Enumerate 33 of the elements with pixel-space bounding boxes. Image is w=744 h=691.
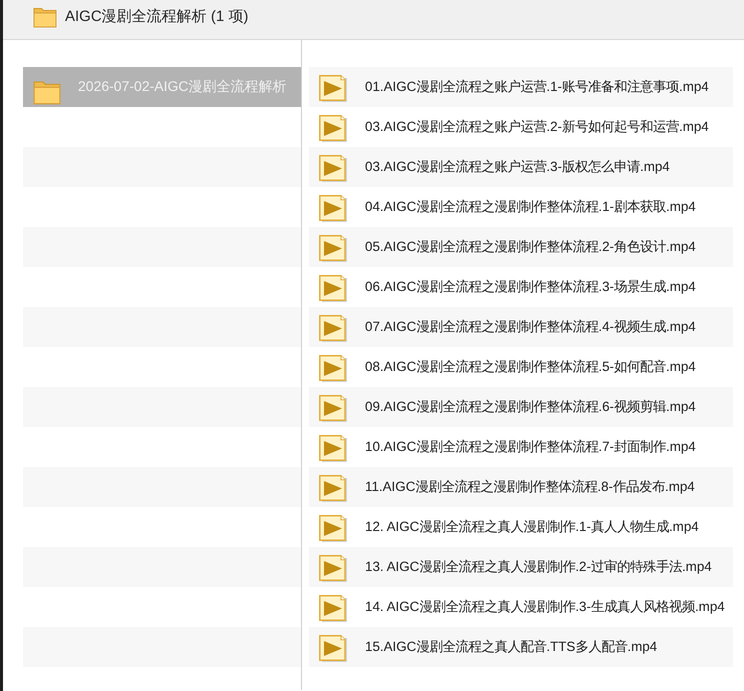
video-file-icon [319,115,348,142]
video-file-icon [319,395,348,422]
video-file-icon [319,435,348,462]
video-file-icon [319,195,348,222]
video-file-item[interactable]: 15.AIGC漫剧全流程之真人配音.TTS多人配音.mp4 [309,627,733,667]
video-file-item[interactable]: 13. AIGC漫剧全流程之真人漫剧制作.2-过审的特殊手法.mp4 [309,547,733,587]
video-file-item[interactable]: 09.AIGC漫剧全流程之漫剧制作整体流程.6-视频剪辑.mp4 [309,387,733,427]
video-file-icon [319,275,348,302]
video-file-icon [319,75,348,102]
video-file-item[interactable]: 03.AIGC漫剧全流程之账户运营.3-版权怎么申请.mp4 [309,147,733,187]
folder-icon [33,6,57,28]
video-file-item[interactable]: 11.AIGC漫剧全流程之漫剧制作整体流程.8-作品发布.mp4 [309,467,733,507]
folder-title: AIGC漫剧全流程解析 (1 项) [65,7,248,26]
video-file-item[interactable]: 12. AIGC漫剧全流程之真人漫剧制作.1-真人人物生成.mp4 [309,507,733,547]
video-file-item[interactable]: 01.AIGC漫剧全流程之账户运营.1-账号准备和注意事项.mp4 [309,67,733,107]
video-file-item[interactable]: 08.AIGC漫剧全流程之漫剧制作整体流程.5-如何配音.mp4 [309,347,733,387]
video-file-icon [319,515,348,542]
video-file-icon [319,555,348,582]
video-file-icon [319,355,348,382]
video-file-item[interactable]: 04.AIGC漫剧全流程之漫剧制作整体流程.1-剧本获取.mp4 [309,187,733,227]
video-file-item[interactable]: 07.AIGC漫剧全流程之漫剧制作整体流程.4-视频生成.mp4 [309,307,733,347]
video-file-item[interactable]: 10.AIGC漫剧全流程之漫剧制作整体流程.7-封面制作.mp4 [309,427,733,467]
video-file-icon [319,315,348,342]
video-file-icon [319,235,348,262]
video-file-icon [319,635,348,662]
video-file-item[interactable]: 06.AIGC漫剧全流程之漫剧制作整体流程.3-场景生成.mp4 [309,267,733,307]
video-file-item[interactable]: 05.AIGC漫剧全流程之漫剧制作整体流程.2-角色设计.mp4 [309,227,733,267]
video-file-icon [319,475,348,502]
video-file-item[interactable]: 14. AIGC漫剧全流程之真人漫剧制作.3-生成真人风格视频.mp4 [309,587,733,627]
folder-icon [33,79,61,105]
video-file-icon [319,595,348,622]
video-file-icon [319,155,348,182]
video-file-item[interactable]: 03.AIGC漫剧全流程之账户运营.2-新号如何起号和运营.mp4 [309,107,733,147]
